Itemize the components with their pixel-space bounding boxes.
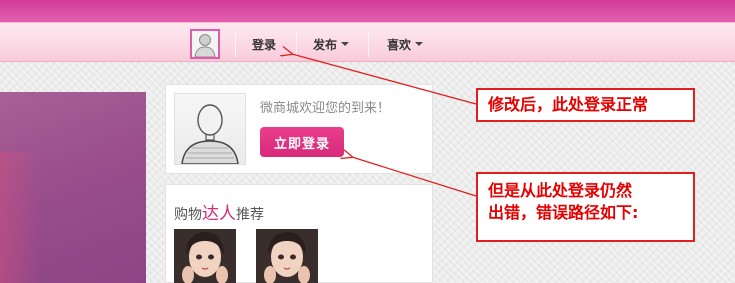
- annotation-text: 出错，错误路径如下:: [488, 203, 639, 222]
- nav-login-link[interactable]: 登录: [252, 35, 276, 53]
- talent-title-suffix: 推荐: [236, 207, 264, 223]
- nav-favorites-menu[interactable]: 喜欢: [387, 35, 424, 53]
- top-brand-strip: [0, 0, 735, 22]
- default-avatar: [174, 93, 246, 165]
- talent-avatar[interactable]: [256, 229, 318, 283]
- user-sketch-icon: [181, 104, 239, 164]
- talent-title-accent: 达人: [202, 204, 236, 224]
- chevron-down-icon: [341, 42, 350, 46]
- user-avatar[interactable]: [190, 29, 220, 59]
- nav-divider: [296, 31, 297, 57]
- nav-divider: [235, 31, 236, 57]
- nav-publish-label: 发布: [313, 37, 338, 52]
- chevron-down-icon: [415, 42, 424, 46]
- talent-avatar[interactable]: [174, 229, 236, 283]
- login-now-button[interactable]: 立即登录: [260, 127, 344, 157]
- annotation-callout-2: 但是从此处登录仍然 出错，错误路径如下:: [476, 172, 695, 242]
- portrait-icon: [256, 229, 318, 283]
- user-silhouette-icon: [194, 34, 216, 57]
- nav-divider: [368, 31, 369, 57]
- talent-title-prefix: 购物: [174, 207, 202, 223]
- nav-favorites-label: 喜欢: [387, 37, 412, 52]
- top-navbar: 登录 发布 喜欢: [0, 22, 735, 62]
- annotation-text: 但是从此处登录仍然: [488, 181, 633, 200]
- talent-recommend-panel: 购物达人推荐: [165, 184, 433, 283]
- annotation-text: 修改后，此处登录正常: [488, 95, 649, 114]
- talent-section-title: 购物达人推荐: [174, 199, 264, 224]
- promo-banner[interactable]: [0, 92, 146, 283]
- nav-publish-menu[interactable]: 发布: [313, 35, 350, 53]
- portrait-icon: [174, 229, 236, 283]
- welcome-panel: 微商城欢迎您的到来！ 立即登录: [165, 84, 433, 174]
- welcome-message: 微商城欢迎您的到来！: [260, 101, 391, 116]
- nav-login-label: 登录: [252, 37, 277, 52]
- annotation-callout-1: 修改后，此处登录正常: [476, 88, 695, 122]
